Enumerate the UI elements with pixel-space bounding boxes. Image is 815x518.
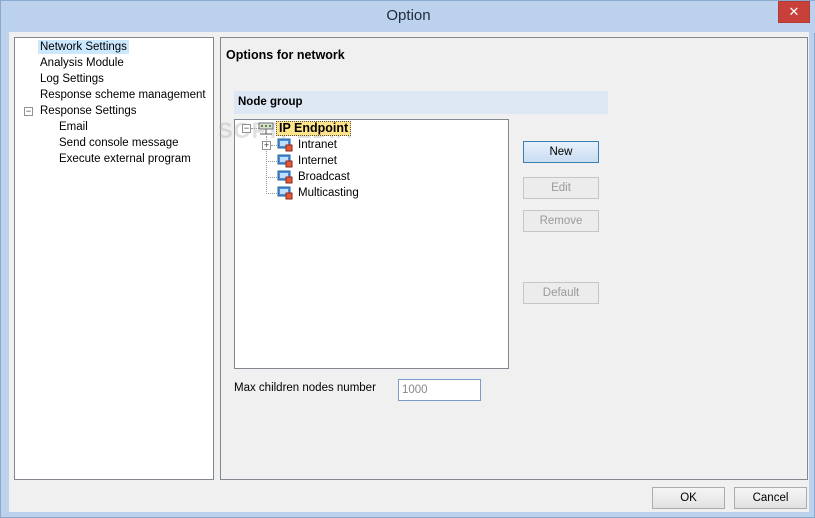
network-node-icon [277,186,293,200]
nav-item-network-settings[interactable]: Network Settings [38,40,129,54]
nav-item-response-scheme-management[interactable]: Response scheme management [38,88,208,102]
nav-item-email[interactable]: Email [57,120,90,134]
page-title: Options for network [226,48,345,62]
collapse-icon[interactable]: − [242,124,251,133]
close-icon: ✕ [788,4,800,19]
network-node-icon [277,170,293,184]
max-children-input[interactable] [398,379,481,401]
default-button[interactable]: Default [523,282,599,304]
collapse-icon[interactable]: − [24,107,33,116]
tree-node-ip-endpoint[interactable]: IP Endpoint [276,121,352,136]
tree-connector [266,177,277,178]
nav-item-analysis-module[interactable]: Analysis Module [38,56,126,70]
cancel-button[interactable]: Cancel [734,487,807,509]
tree-connector [266,161,277,162]
network-root-icon [258,122,274,135]
nav-item-response-settings[interactable]: Response Settings [38,104,139,118]
node-group-header: Node group [234,91,608,114]
tree-connector [266,193,277,194]
ok-button[interactable]: OK [652,487,725,509]
tree-node-multicasting[interactable]: Multicasting [298,186,359,201]
close-button[interactable]: ✕ [778,1,810,23]
nav-item-execute-external-program[interactable]: Execute external program [57,152,193,166]
node-group-tree[interactable] [234,119,509,369]
nav-item-send-console-message[interactable]: Send console message [57,136,181,150]
max-children-label: Max children nodes number [234,382,376,394]
expand-icon[interactable]: + [262,141,271,150]
tree-node-internet[interactable]: Internet [298,154,337,169]
new-button[interactable]: New [523,141,599,163]
edit-button[interactable]: Edit [523,177,599,199]
title-bar[interactable]: Option ✕ [1,1,815,33]
remove-button[interactable]: Remove [523,210,599,232]
network-node-icon [277,154,293,168]
tree-node-intranet[interactable]: Intranet [298,138,337,153]
network-node-icon [277,138,293,152]
tree-node-broadcast[interactable]: Broadcast [298,170,350,185]
nav-item-log-settings[interactable]: Log Settings [38,72,106,86]
window-title: Option [386,7,431,24]
